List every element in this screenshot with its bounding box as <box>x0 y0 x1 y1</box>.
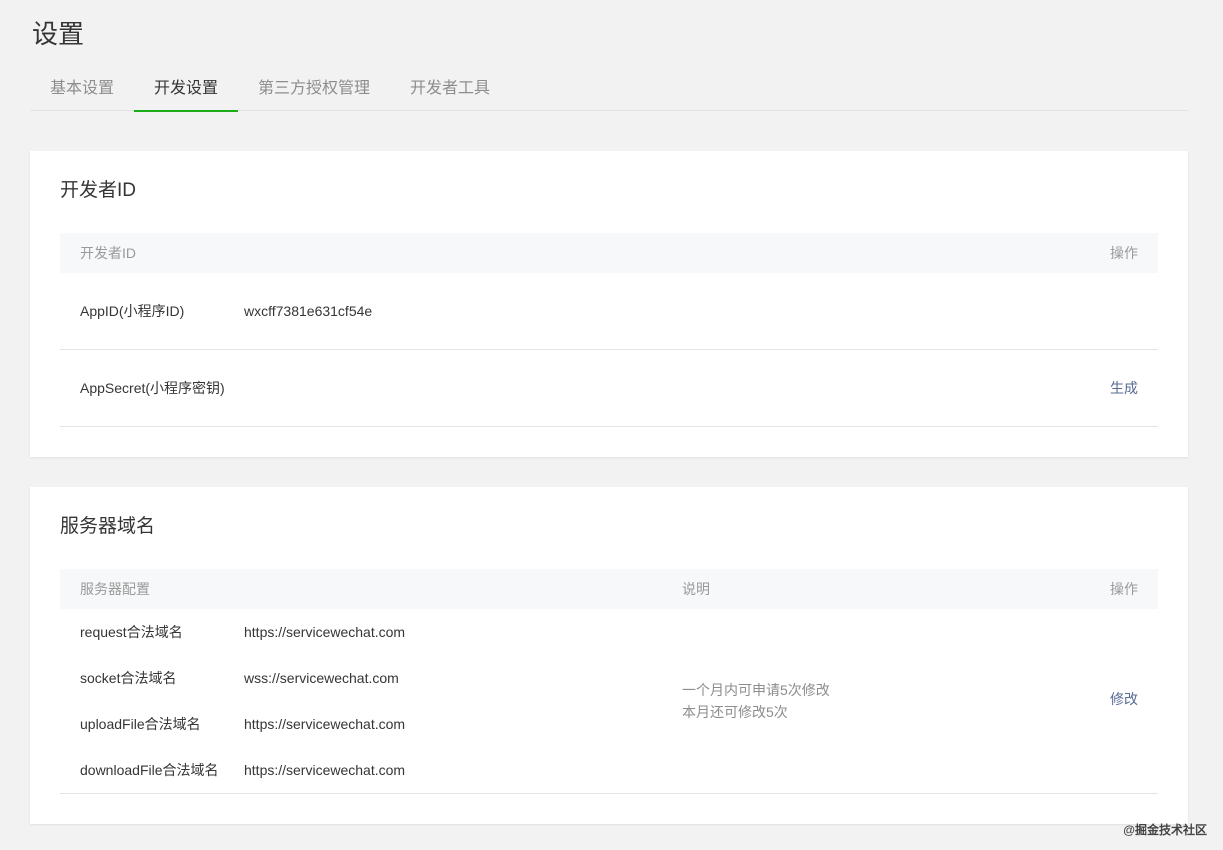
tab-basic-settings[interactable]: 基本设置 <box>30 70 134 111</box>
header-description: 说明 <box>682 581 710 597</box>
generate-secret-link[interactable]: 生成 <box>1110 350 1138 427</box>
appsecret-label: AppSecret(小程序密钥) <box>80 380 225 396</box>
description-line: 一个月内可申请5次修改 <box>682 682 830 698</box>
header-action: 操作 <box>1110 581 1138 597</box>
tab-dev-tools[interactable]: 开发者工具 <box>390 70 510 111</box>
request-domain-value: https://servicewechat.com <box>244 624 406 640</box>
downloadfile-domain-label: downloadFile合法域名 <box>80 762 219 778</box>
description-line: 本月还可修改5次 <box>682 704 788 720</box>
appid-label: AppID(小程序ID) <box>80 303 185 319</box>
server-domain-card: 服务器域名 服务器配置 说明 操作 request合法域名 https://se… <box>30 487 1188 824</box>
server-domain-row: request合法域名 https://servicewechat.com so… <box>60 609 1158 794</box>
request-domain-label: request合法域名 <box>80 624 183 640</box>
settings-tabs: 基本设置 开发设置 第三方授权管理 开发者工具 <box>30 70 1188 112</box>
developer-id-card: 开发者ID 开发者ID 操作 AppID(小程序ID) wxcff7381e63… <box>30 151 1188 457</box>
server-domain-title: 服务器域名 <box>60 516 156 537</box>
modify-domain-link[interactable]: 修改 <box>1110 689 1138 709</box>
table-row-appsecret: AppSecret(小程序密钥) 生成 <box>60 350 1158 427</box>
header-server-config: 服务器配置 <box>80 581 150 597</box>
uploadfile-domain-value: https://servicewechat.com <box>244 716 406 732</box>
socket-domain-value: wss://servicewechat.com <box>244 670 399 686</box>
domain-description: 一个月内可申请5次修改 本月还可修改5次 <box>682 679 830 723</box>
watermark: @掘金技术社区 <box>1123 823 1207 837</box>
page-title: 设置 <box>32 19 85 49</box>
downloadfile-domain-value: https://servicewechat.com <box>244 762 406 778</box>
tab-dev-settings[interactable]: 开发设置 <box>134 70 239 112</box>
socket-domain-label: socket合法域名 <box>80 670 177 686</box>
server-domain-table-header: 服务器配置 说明 操作 <box>60 569 1158 609</box>
developer-id-table-header: 开发者ID 操作 <box>60 233 1158 273</box>
tab-third-party-auth[interactable]: 第三方授权管理 <box>238 70 390 111</box>
settings-page: 设置 基本设置 开发设置 第三方授权管理 开发者工具 开发者ID 开发者ID 操… <box>0 0 1223 850</box>
header-action: 操作 <box>1110 245 1138 261</box>
table-row-appid: AppID(小程序ID) wxcff7381e631cf54e <box>60 273 1158 350</box>
uploadfile-domain-label: uploadFile合法域名 <box>80 716 201 732</box>
appid-value: wxcff7381e631cf54e <box>244 303 373 319</box>
header-developer-id: 开发者ID <box>80 245 136 261</box>
developer-id-title: 开发者ID <box>60 180 137 201</box>
